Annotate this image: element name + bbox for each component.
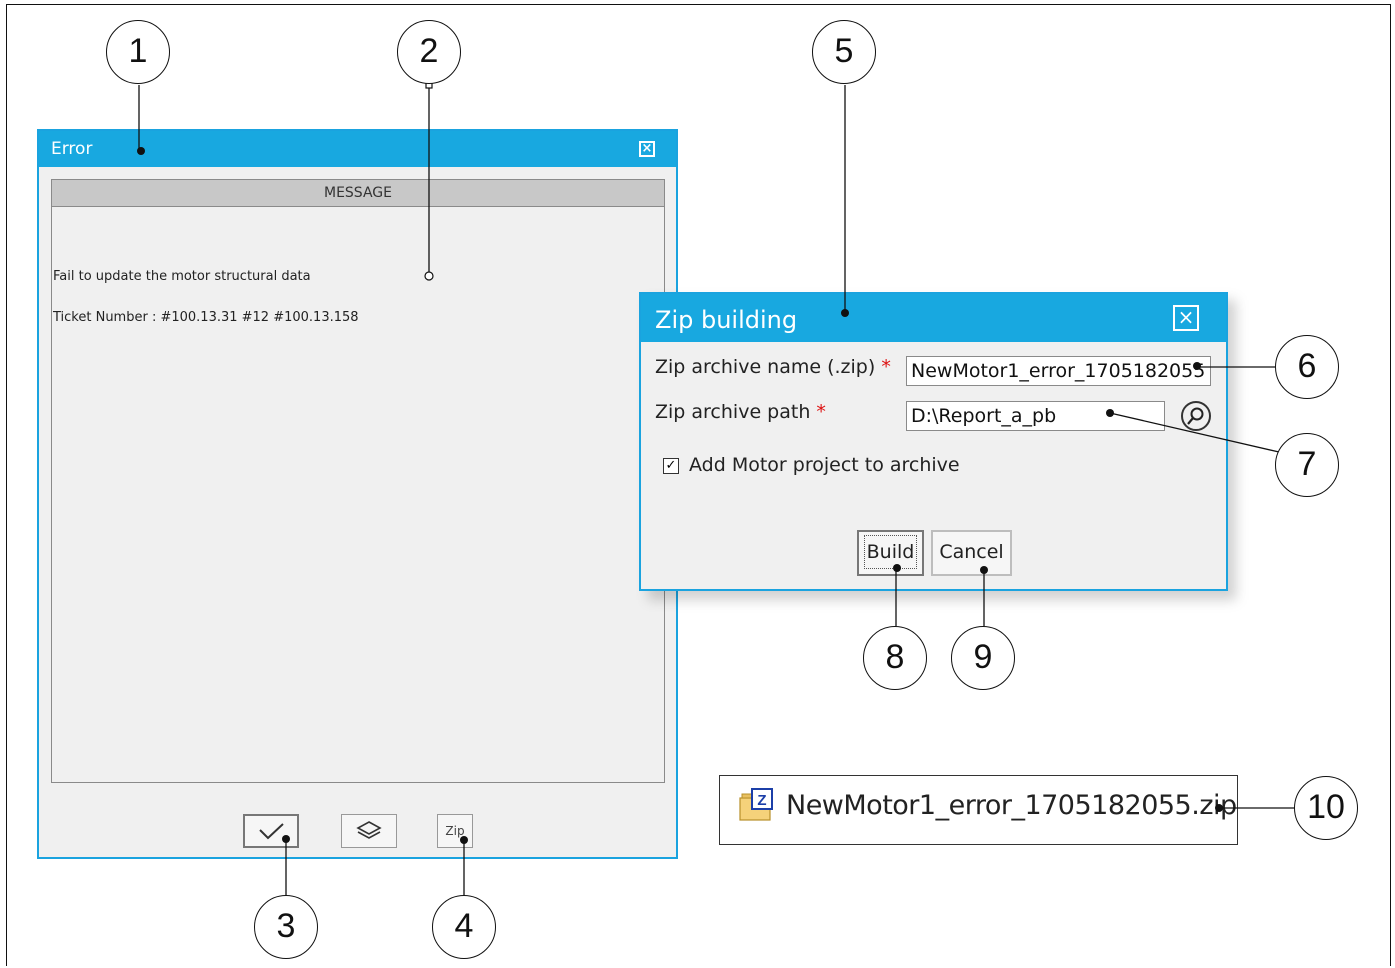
callout-3: 3 xyxy=(254,895,318,959)
callout-2: 2 xyxy=(397,20,461,84)
callout-10: 10 xyxy=(1294,776,1358,840)
callout-leader-lines xyxy=(137,81,1294,895)
callout-6: 6 xyxy=(1275,335,1339,399)
callout-8: 8 xyxy=(863,626,927,690)
callout-4: 4 xyxy=(432,895,496,959)
callout-1: 1 xyxy=(106,20,170,84)
callout-9: 9 xyxy=(951,626,1015,690)
callout-5: 5 xyxy=(812,20,876,84)
callout-7: 7 xyxy=(1275,433,1339,497)
